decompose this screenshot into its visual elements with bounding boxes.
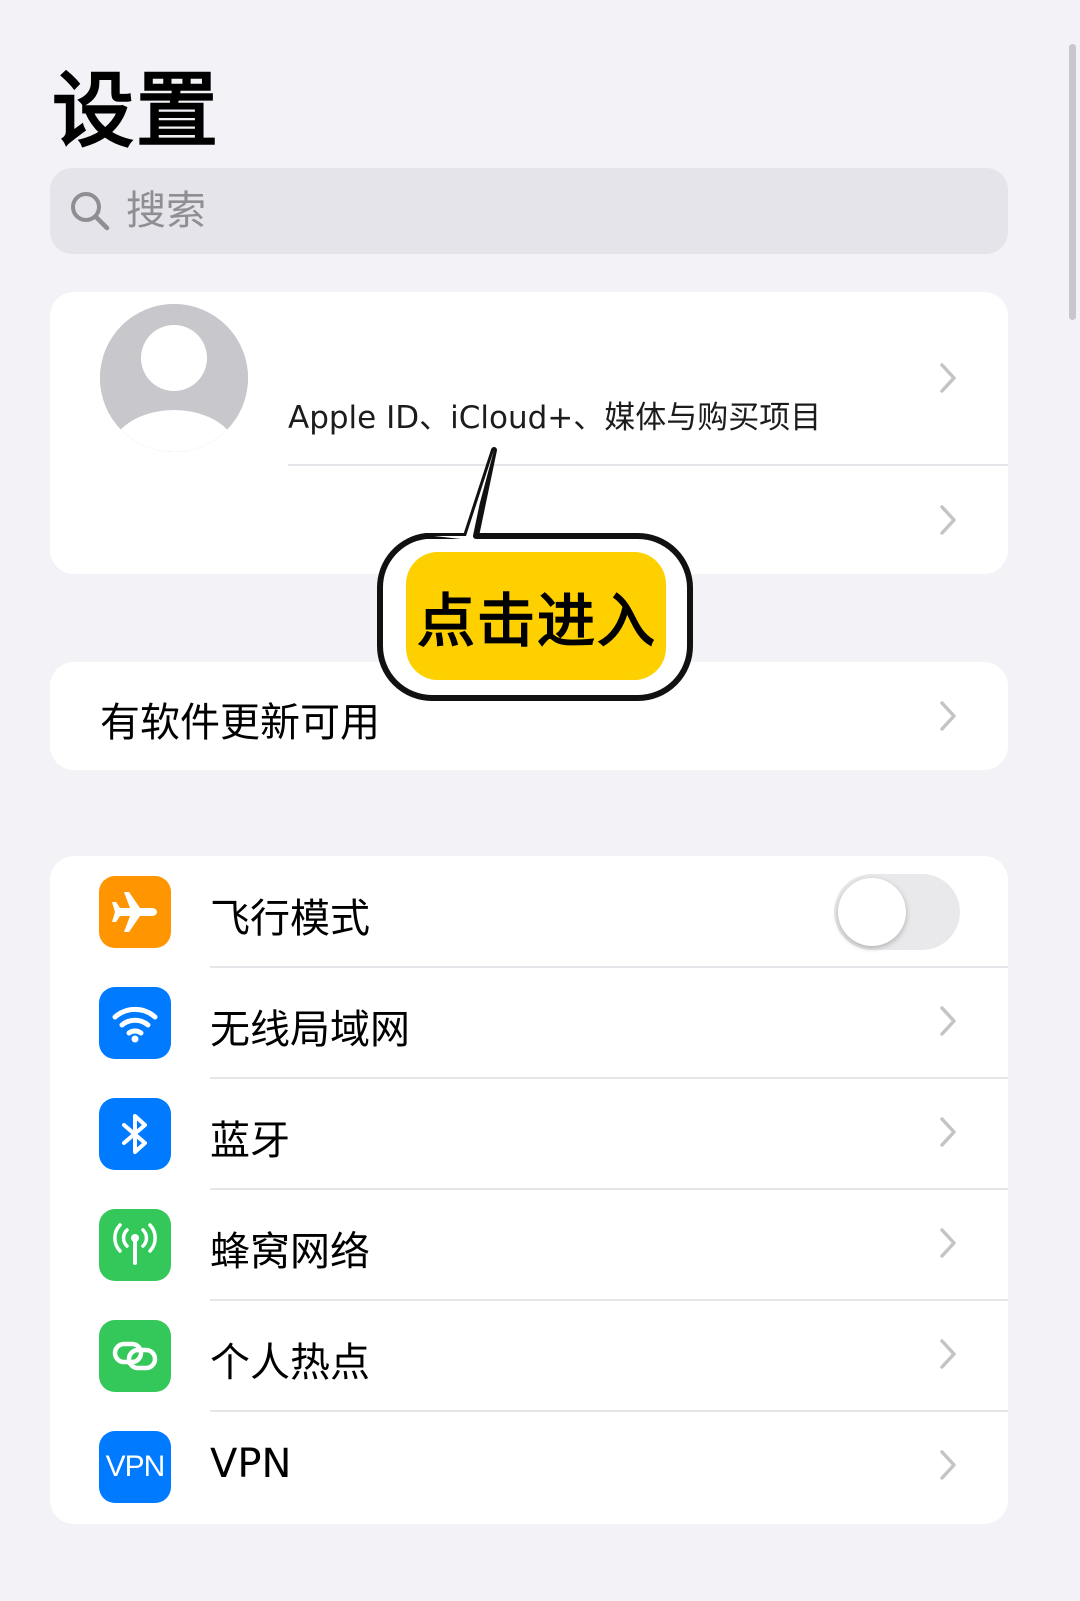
chevron-right-icon <box>940 701 956 731</box>
tap-to-enter-callout: 点击进入 <box>376 444 698 704</box>
settings-row-wifi[interactable]: 无线局域网 <box>50 967 1008 1079</box>
avatar-icon <box>100 304 248 452</box>
settings-row-vpn[interactable]: VPN VPN <box>50 1411 1008 1522</box>
search-bar[interactable] <box>50 168 1008 254</box>
settings-screen: 设置 Apple ID、iCloud+、媒体与购买项目 有软件更新 <box>0 0 1080 1601</box>
chevron-right-icon <box>940 1117 956 1147</box>
callout-label: 点击进入 <box>416 587 657 655</box>
software-update-label: 有软件更新可用 <box>100 700 380 746</box>
settings-row-airplane-mode[interactable]: 飞行模式 <box>50 856 1008 968</box>
airplane-icon <box>99 876 171 948</box>
toggle-knob <box>838 878 906 946</box>
avatar[interactable] <box>100 304 248 452</box>
settings-row-label: 无线局域网 <box>210 1007 410 1053</box>
chevron-right-icon <box>940 1339 956 1369</box>
settings-row-label: 个人热点 <box>210 1340 370 1386</box>
network-settings-group: 飞行模式 无线局域网 蓝牙 蜂窝网络 个人热点 VPN VPN <box>50 856 1008 1524</box>
bluetooth-icon <box>99 1098 171 1170</box>
search-input[interactable] <box>126 181 926 241</box>
settings-row-label: VPN <box>210 1441 292 1487</box>
chevron-right-icon <box>940 1006 956 1036</box>
settings-row-label: 飞行模式 <box>210 896 370 942</box>
wifi-icon <box>99 987 171 1059</box>
vpn-icon: VPN <box>99 1431 171 1503</box>
settings-row-bluetooth[interactable]: 蓝牙 <box>50 1078 1008 1190</box>
profile-subtitle[interactable]: Apple ID、iCloud+、媒体与购买项目 <box>288 392 821 437</box>
airplane-mode-toggle[interactable] <box>834 874 960 950</box>
chevron-right-icon <box>940 1450 956 1480</box>
settings-row-cellular[interactable]: 蜂窝网络 <box>50 1189 1008 1301</box>
page-title: 设置 <box>52 64 221 159</box>
chevron-right-icon <box>940 363 956 393</box>
settings-row-label: 蜂窝网络 <box>210 1229 370 1275</box>
search-icon <box>71 192 110 231</box>
cellular-icon <box>99 1209 171 1281</box>
settings-row-personal-hotspot[interactable]: 个人热点 <box>50 1300 1008 1412</box>
settings-row-label: 蓝牙 <box>210 1118 290 1164</box>
chevron-right-icon <box>940 505 956 535</box>
vpn-badge-text: VPN <box>105 1450 166 1483</box>
hotspot-icon <box>99 1320 171 1392</box>
chevron-right-icon <box>940 1228 956 1258</box>
scrollbar[interactable] <box>1069 44 1076 320</box>
